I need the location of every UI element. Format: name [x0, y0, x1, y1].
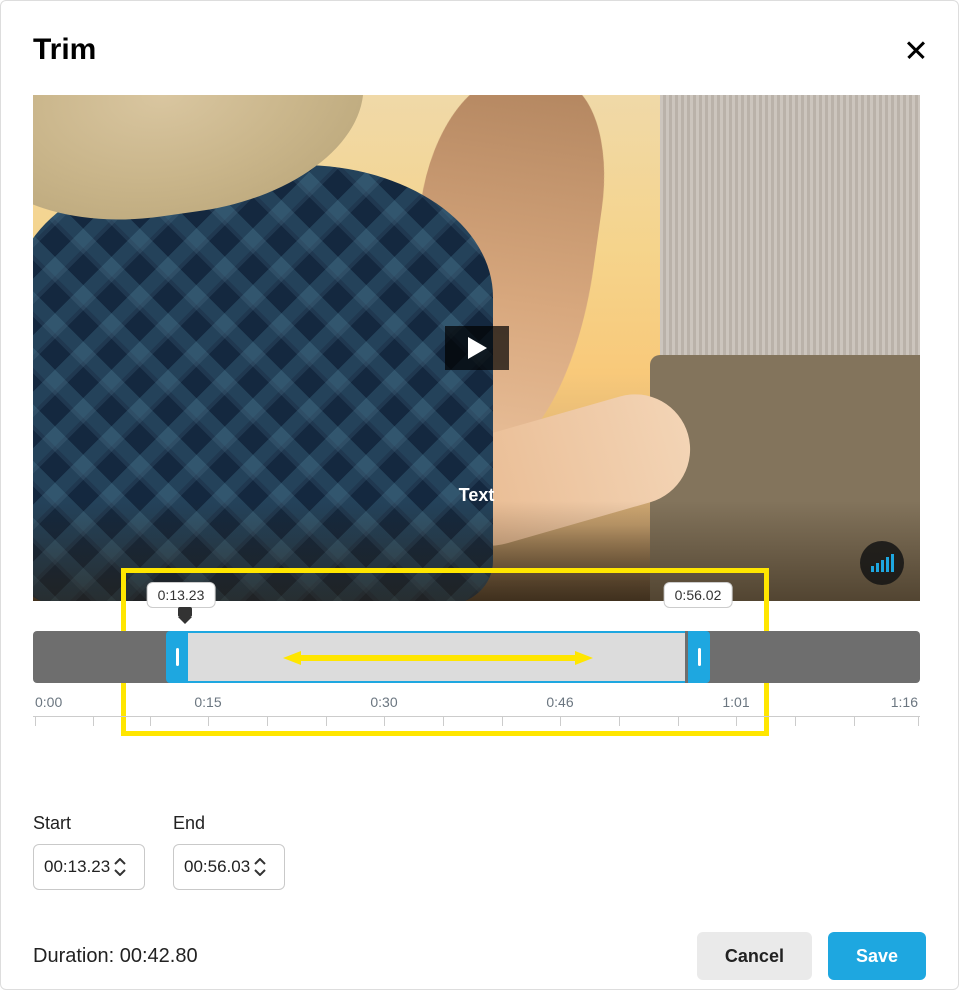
dialog-actions: Cancel Save [697, 932, 926, 980]
save-button[interactable]: Save [828, 932, 926, 980]
ruler-tick: 0:00 [35, 694, 62, 710]
duration-display: Duration: 00:42.80 [33, 945, 198, 968]
trim-end-tooltip: 0:56.02 [664, 582, 733, 608]
start-field-group: Start [33, 813, 145, 890]
chevron-down-icon[interactable] [114, 868, 126, 876]
start-time-input[interactable] [44, 857, 114, 877]
ruler-tick: 0:15 [194, 694, 221, 710]
start-steppers [114, 858, 126, 876]
dialog-title: Trim [33, 33, 96, 67]
cancel-button[interactable]: Cancel [697, 932, 812, 980]
chevron-up-icon[interactable] [254, 858, 266, 866]
start-time-input-wrapper [33, 844, 145, 890]
close-icon[interactable] [906, 40, 926, 60]
end-label: End [173, 813, 285, 834]
trim-selection[interactable] [188, 631, 685, 683]
dialog-header: Trim [33, 33, 926, 67]
end-field-group: End [173, 813, 285, 890]
trim-end-handle[interactable] [688, 631, 710, 683]
time-fields: Start End [33, 813, 926, 890]
trim-start-handle[interactable] [166, 631, 188, 683]
duration-label: Duration: [33, 945, 114, 967]
play-button[interactable] [445, 326, 509, 370]
duration-value: 00:42.80 [120, 945, 198, 967]
ruler-tick: 1:01 [722, 694, 749, 710]
play-icon [466, 336, 488, 360]
volume-button[interactable] [860, 541, 904, 585]
dialog-footer: Duration: 00:42.80 Cancel Save [33, 932, 926, 980]
chevron-up-icon[interactable] [114, 858, 126, 866]
video-text-overlay: Text [459, 485, 495, 506]
end-time-input[interactable] [184, 857, 254, 877]
end-steppers [254, 858, 266, 876]
volume-bars-icon [871, 566, 874, 572]
timeline: 0:13.23 0:56.02 0:00 0:15 0:30 0:46 1:01… [33, 601, 926, 751]
video-preview: Text [33, 95, 920, 601]
trim-start-tooltip: 0:13.23 [147, 582, 216, 608]
start-label: Start [33, 813, 145, 834]
trim-dialog: Trim Text 0:13.23 0:56.02 [0, 0, 959, 990]
ruler-tick: 0:46 [546, 694, 573, 710]
ruler-tick: 1:16 [891, 694, 918, 710]
playhead[interactable] [178, 607, 192, 624]
ruler-tick: 0:30 [370, 694, 397, 710]
chevron-down-icon[interactable] [254, 868, 266, 876]
end-time-input-wrapper [173, 844, 285, 890]
